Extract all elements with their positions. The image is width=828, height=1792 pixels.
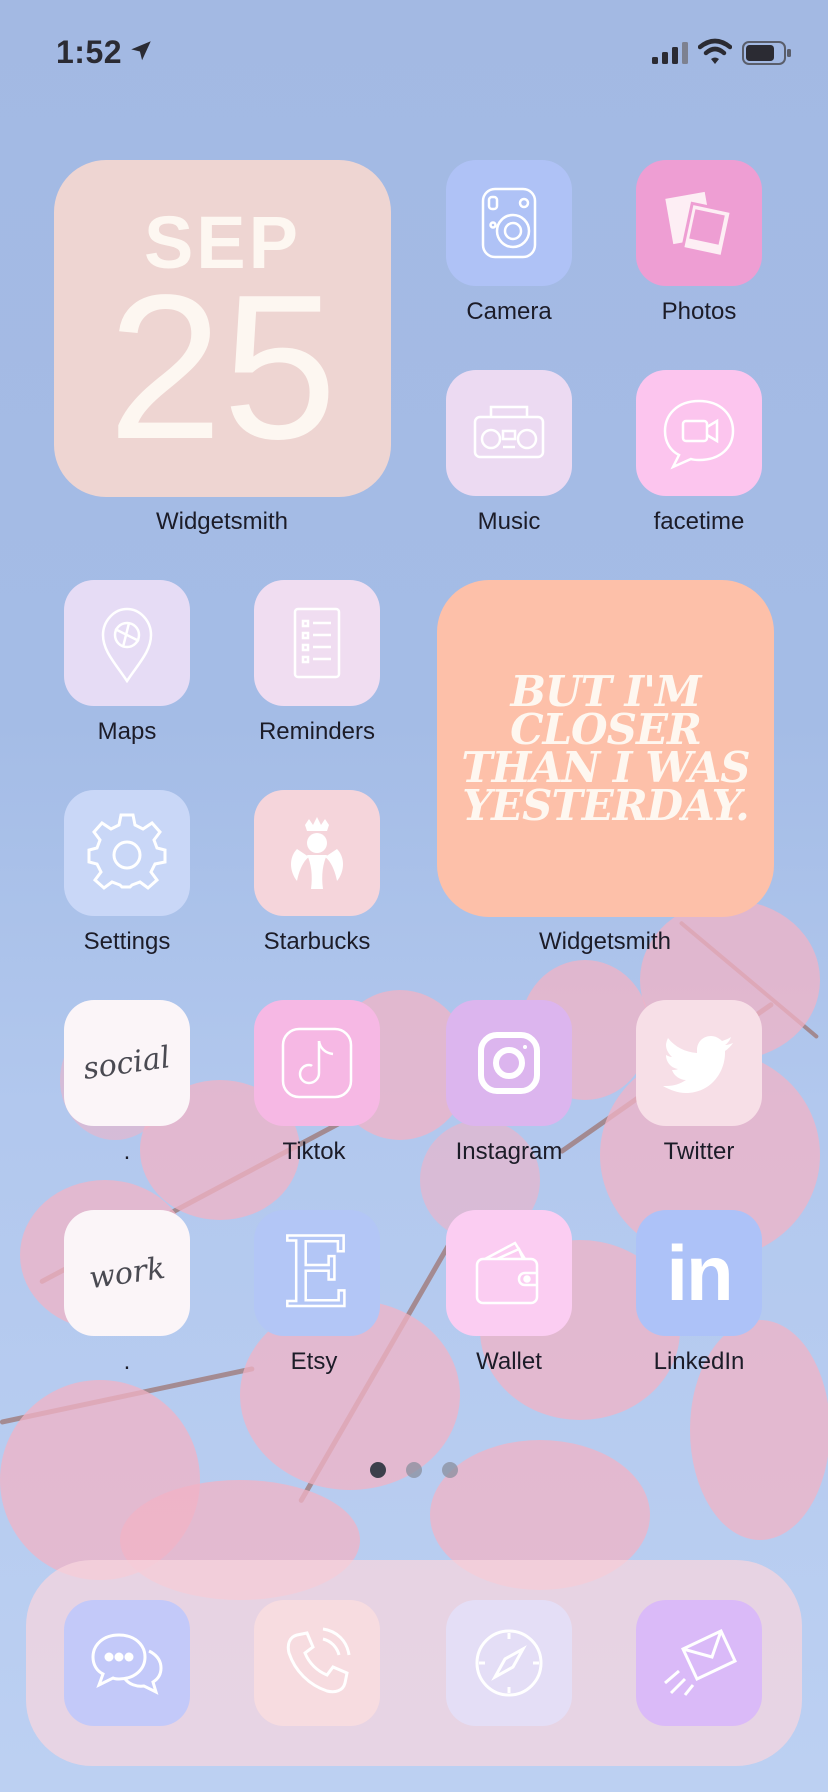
app-label-twitter: Twitter bbox=[663, 1138, 735, 1165]
linkedin-icon: in bbox=[666, 1229, 733, 1317]
page-dot-3[interactable] bbox=[442, 1462, 458, 1478]
map-pin-icon bbox=[101, 607, 153, 684]
battery-icon bbox=[742, 41, 791, 65]
calendar-widget[interactable]: SEP 25 bbox=[54, 160, 391, 497]
wallet-icon bbox=[475, 1241, 539, 1305]
camera-icon bbox=[481, 187, 537, 259]
home-screen: 1:52 SEP 25 Widgetsmith Camera Photos Mu… bbox=[0, 0, 828, 1792]
app-label-facetime: facetime bbox=[653, 508, 745, 535]
tiktok-icon bbox=[281, 1027, 353, 1099]
social-script-text: social bbox=[81, 1039, 173, 1087]
instagram-icon bbox=[478, 1032, 540, 1094]
app-starbucks[interactable] bbox=[254, 790, 380, 916]
cellular-signal-icon bbox=[652, 42, 688, 64]
dock-phone[interactable] bbox=[254, 1600, 380, 1726]
app-twitter[interactable] bbox=[636, 1000, 762, 1126]
messages-icon bbox=[91, 1633, 163, 1695]
dock-mail[interactable] bbox=[636, 1600, 762, 1726]
app-label-starbucks: Starbucks bbox=[263, 928, 371, 955]
widget-day: 25 bbox=[107, 252, 338, 482]
app-wallet[interactable] bbox=[446, 1210, 572, 1336]
app-label-wallet: Wallet bbox=[476, 1348, 542, 1375]
page-dot-2[interactable] bbox=[406, 1462, 422, 1478]
app-label-reminders: Reminders bbox=[258, 718, 376, 745]
app-maps[interactable] bbox=[64, 580, 190, 706]
dock bbox=[26, 1560, 802, 1766]
page-dot-1[interactable] bbox=[370, 1462, 386, 1478]
phone-icon bbox=[286, 1627, 351, 1694]
app-label-settings: Settings bbox=[83, 928, 171, 955]
etsy-letter-icon: E bbox=[281, 1217, 354, 1329]
app-label-camera: Camera bbox=[466, 298, 552, 325]
app-label-work: . bbox=[123, 1348, 131, 1375]
gear-icon bbox=[87, 813, 167, 890]
quote-line-4: YESTERDAY. bbox=[462, 780, 750, 830]
app-etsy[interactable]: E bbox=[254, 1210, 380, 1336]
app-camera[interactable] bbox=[446, 160, 572, 286]
app-work[interactable]: work bbox=[64, 1210, 190, 1336]
compass-icon bbox=[475, 1629, 543, 1697]
work-script-text: work bbox=[86, 1250, 168, 1296]
app-tiktok[interactable] bbox=[254, 1000, 380, 1126]
widget-label-quote: Widgetsmith bbox=[538, 928, 672, 955]
app-social[interactable]: social bbox=[64, 1000, 190, 1126]
app-label-instagram: Instagram bbox=[455, 1138, 563, 1165]
status-bar: 1:52 bbox=[0, 28, 828, 72]
video-chat-icon bbox=[663, 399, 735, 470]
dock-messages[interactable] bbox=[64, 1600, 190, 1726]
app-label-music: Music bbox=[477, 508, 541, 535]
app-reminders[interactable] bbox=[254, 580, 380, 706]
app-facetime[interactable] bbox=[636, 370, 762, 496]
app-instagram[interactable] bbox=[446, 1000, 572, 1126]
widget-label-calendar: Widgetsmith bbox=[155, 508, 289, 535]
app-linkedin[interactable]: in bbox=[636, 1210, 762, 1336]
app-label-etsy: Etsy bbox=[290, 1348, 338, 1375]
twitter-bird-icon bbox=[663, 1036, 733, 1093]
mail-icon bbox=[664, 1628, 737, 1696]
app-label-maps: Maps bbox=[97, 718, 157, 745]
quote-widget[interactable]: BUT I'M CLOSER THAN I WAS YESTERDAY. bbox=[437, 580, 774, 917]
clock-time: 1:52 bbox=[56, 34, 123, 70]
boombox-icon bbox=[473, 405, 545, 459]
app-label-social: . bbox=[123, 1138, 131, 1165]
page-indicator[interactable] bbox=[370, 1462, 460, 1482]
dock-safari[interactable] bbox=[446, 1600, 572, 1726]
app-label-tiktok: Tiktok bbox=[282, 1138, 346, 1165]
location-arrow-icon bbox=[131, 41, 151, 61]
app-label-linkedin: LinkedIn bbox=[653, 1348, 745, 1375]
photos-icon bbox=[665, 191, 734, 259]
app-label-photos: Photos bbox=[661, 298, 737, 325]
checklist-icon bbox=[293, 607, 341, 679]
app-photos[interactable] bbox=[636, 160, 762, 286]
wifi-icon bbox=[698, 38, 732, 64]
app-settings[interactable] bbox=[64, 790, 190, 916]
starbucks-siren-icon bbox=[291, 817, 343, 889]
app-music[interactable] bbox=[446, 370, 572, 496]
